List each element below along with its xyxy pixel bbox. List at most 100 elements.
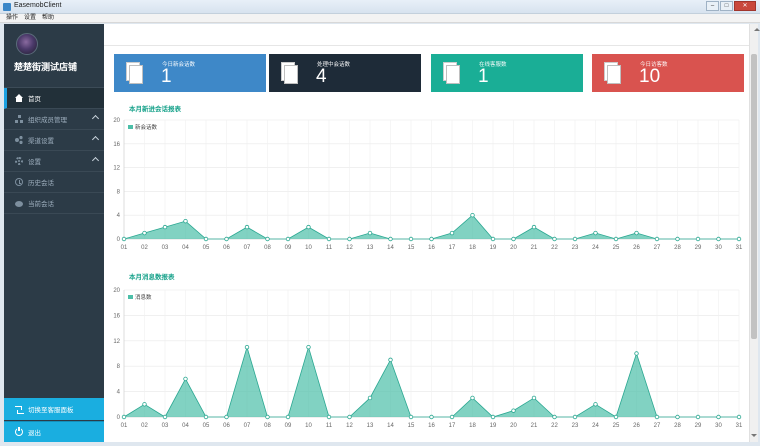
sidebar-item-label: 历史会话 (28, 180, 54, 187)
sidebar-item-channel-settings[interactable]: 渠道设置 (4, 130, 104, 151)
menu-operate[interactable]: 操作 (6, 14, 18, 22)
minimize-button[interactable]: – (706, 1, 719, 11)
x-tick-label: 30 (715, 423, 722, 429)
y-tick-label: 0 (117, 415, 121, 421)
x-tick-label: 17 (449, 245, 456, 251)
document-icon (281, 62, 298, 84)
data-point (736, 414, 742, 420)
data-point (326, 414, 332, 420)
data-point (634, 351, 639, 356)
y-tick-label: 8 (117, 364, 121, 370)
data-point (695, 236, 701, 242)
x-tick-label: 03 (162, 423, 169, 429)
data-point (408, 414, 414, 420)
avatar[interactable] (16, 33, 38, 55)
data-point (736, 236, 742, 242)
x-tick-label: 15 (408, 423, 415, 429)
x-tick-label: 28 (674, 245, 681, 251)
maximize-button[interactable]: □ (720, 1, 733, 11)
scroll-thumb[interactable] (751, 54, 757, 339)
data-point (429, 414, 434, 420)
menu-settings[interactable]: 设置 (24, 14, 36, 22)
sidebar-item-history[interactable]: 历史会话 (4, 172, 104, 193)
stat-card-visitors: 今日访客数 10 (592, 54, 744, 92)
data-point (716, 236, 721, 242)
logout-label: 退出 (28, 430, 41, 437)
scroll-down-arrow-icon[interactable] (751, 432, 758, 439)
sidebar-item-home[interactable]: 首页 (4, 88, 104, 109)
sidebar-item-current-sessions[interactable]: 当前会话 (4, 193, 104, 214)
data-point (285, 236, 291, 242)
sessions-chart-title: 本月新进会话报表 (129, 106, 181, 113)
data-point (142, 230, 147, 236)
gear-icon (15, 157, 23, 165)
chevron-up-icon (91, 114, 100, 123)
data-point (162, 224, 168, 230)
data-point (367, 230, 373, 236)
y-tick-label: 20 (113, 118, 120, 124)
y-tick-label: 20 (113, 288, 120, 294)
x-tick-label: 13 (367, 423, 374, 429)
data-point (470, 212, 475, 218)
menu-help[interactable]: 帮助 (42, 14, 54, 22)
data-point (572, 236, 578, 242)
y-tick-label: 8 (117, 189, 121, 195)
scroll-up-arrow-icon[interactable] (751, 26, 760, 33)
data-point (654, 414, 660, 420)
data-point (183, 376, 188, 382)
y-tick-label: 12 (113, 339, 120, 345)
x-tick-label: 02 (141, 423, 148, 429)
x-tick-label: 16 (428, 245, 435, 251)
x-tick-label: 28 (674, 423, 681, 429)
x-tick-label: 04 (182, 245, 189, 251)
x-tick-label: 14 (387, 423, 394, 429)
x-tick-label: 22 (551, 423, 558, 429)
x-tick-label: 19 (490, 423, 497, 429)
stat-value: 1 (478, 66, 489, 87)
data-point (121, 414, 127, 420)
x-tick-label: 15 (408, 245, 415, 251)
x-tick-label: 06 (223, 245, 230, 251)
sidebar-item-label: 当前会话 (28, 201, 54, 208)
sidebar-item-settings[interactable]: 设置 (4, 151, 104, 172)
x-tick-label: 20 (510, 245, 517, 251)
x-tick-label: 02 (141, 245, 148, 251)
x-tick-label: 11 (326, 423, 333, 429)
sidebar-item-label: 首页 (28, 96, 41, 103)
main-scrollbar[interactable] (749, 24, 760, 442)
x-tick-label: 22 (551, 245, 558, 251)
org-icon (15, 115, 23, 123)
data-point (429, 236, 434, 242)
sessions-chart: 04812162001 02 03 04 05 06 07 08 09 10 11 12 13 14 15 1… (113, 118, 743, 251)
top-strip (104, 24, 749, 46)
sidebar: 楚楚街测试店铺 首页 组织成员管理 渠道设置 设置 历史会话 当前会话 切换至客… (4, 24, 104, 442)
stat-card-new-sessions: 今日新会话数 1 (114, 54, 266, 92)
x-tick-label: 09 (285, 423, 292, 429)
data-point (306, 344, 311, 350)
x-tick-label: 03 (162, 245, 169, 251)
x-tick-label: 11 (326, 245, 333, 251)
switch-to-agent-panel-button[interactable]: 切换至客服面板 (4, 398, 104, 420)
data-point (224, 236, 229, 242)
data-point (490, 236, 496, 242)
chat-icon (15, 201, 23, 207)
data-point (470, 395, 475, 401)
close-button[interactable]: ✕ (734, 1, 756, 11)
data-point (716, 414, 721, 420)
x-tick-label: 18 (469, 245, 476, 251)
chevron-up-icon (91, 135, 100, 144)
data-point (593, 230, 598, 236)
data-point (593, 402, 598, 407)
x-tick-label: 05 (203, 423, 210, 429)
data-point (613, 236, 619, 242)
x-tick-label: 07 (244, 245, 251, 251)
logout-button[interactable]: 退出 (4, 421, 104, 442)
stat-card-online-agents: 在线客服数 1 (431, 54, 583, 92)
data-point (244, 344, 250, 350)
y-tick-label: 16 (113, 142, 120, 148)
data-point (552, 236, 557, 242)
x-tick-label: 09 (285, 245, 292, 251)
sidebar-item-org-members[interactable]: 组织成员管理 (4, 109, 104, 130)
x-tick-label: 14 (387, 245, 394, 251)
data-point (675, 236, 680, 242)
